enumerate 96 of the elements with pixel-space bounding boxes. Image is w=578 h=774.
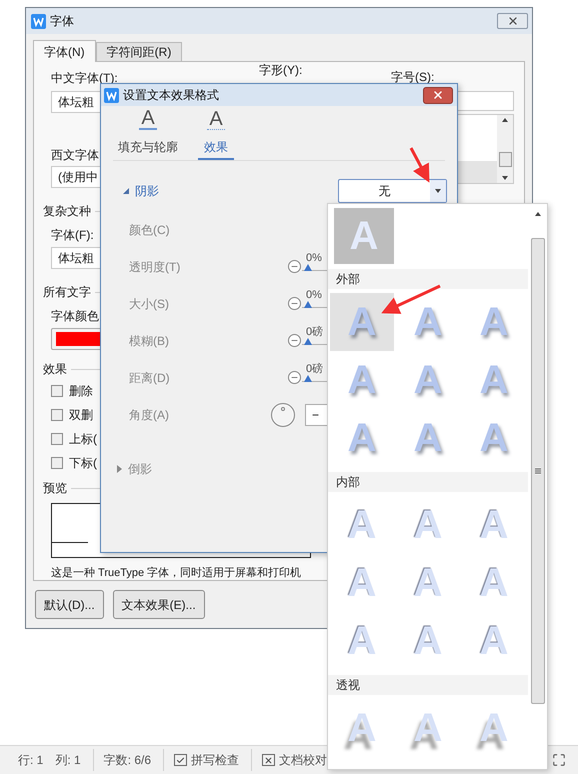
section-heading[interactable]: 阴影 bbox=[135, 182, 338, 200]
shadow-preset[interactable]: A bbox=[396, 351, 460, 409]
grip-icon bbox=[534, 468, 540, 474]
shadow-preset[interactable]: A bbox=[462, 554, 526, 612]
group-heading: 预览 bbox=[43, 480, 67, 498]
expand-triangle-icon[interactable] bbox=[117, 465, 122, 473]
option-label: 透明度(T) bbox=[129, 260, 180, 274]
checkbox-label: 下标( bbox=[69, 455, 97, 472]
minus-button[interactable] bbox=[288, 260, 301, 273]
shadow-preset[interactable]: A bbox=[462, 293, 526, 351]
scrollbar[interactable] bbox=[497, 115, 513, 183]
gallery-heading: 内部 bbox=[328, 472, 528, 492]
status-text: 字数: 6/6 bbox=[104, 752, 152, 769]
slider-reading: 0% bbox=[305, 289, 323, 301]
close-button[interactable] bbox=[423, 86, 453, 104]
checkbox[interactable] bbox=[51, 385, 63, 398]
angle-dial[interactable] bbox=[271, 402, 295, 426]
group-heading: 效果 bbox=[43, 361, 67, 378]
down-arrow-icon bbox=[502, 176, 508, 180]
description-text: 这是一种 TrueType 字体，同时适用于屏幕和打印机 bbox=[51, 566, 302, 580]
preset-dropdown[interactable]: 无 bbox=[338, 179, 447, 203]
shadow-preset[interactable]: A bbox=[396, 496, 460, 554]
window-title: 设置文本效果格式 bbox=[123, 87, 219, 104]
sample-letter: A bbox=[350, 216, 378, 256]
status-button[interactable]: 拼写检查 bbox=[191, 751, 240, 769]
slider-thumb[interactable] bbox=[304, 301, 312, 308]
field-label: 字体(F): bbox=[51, 228, 94, 242]
minus-button[interactable] bbox=[288, 297, 301, 310]
shadow-preset[interactable]: A bbox=[462, 496, 526, 554]
slider-thumb[interactable] bbox=[304, 338, 312, 345]
slider-thumb[interactable] bbox=[304, 375, 312, 382]
tab[interactable]: A 效果 bbox=[198, 109, 234, 160]
shadow-preset[interactable]: A bbox=[330, 699, 394, 757]
shadow-preset[interactable]: A bbox=[330, 496, 394, 554]
up-arrow-icon bbox=[534, 212, 540, 216]
slider-reading: 0% bbox=[305, 252, 323, 264]
slider-reading: 0磅 bbox=[305, 326, 324, 338]
option-label: 颜色(C) bbox=[129, 222, 170, 236]
checkbox[interactable] bbox=[51, 433, 63, 446]
gallery-heading: 透视 bbox=[328, 675, 528, 695]
option-label: 角度(A) bbox=[129, 408, 169, 422]
checkbox-label: 删除 bbox=[69, 383, 93, 400]
check-box-icon bbox=[174, 754, 188, 766]
dialog-button[interactable]: 默认(D)... bbox=[35, 590, 104, 619]
group-heading: 所有文字 bbox=[43, 284, 91, 301]
checkbox-label: 双删 bbox=[69, 407, 93, 424]
shadow-preset[interactable]: A bbox=[462, 409, 526, 467]
shadow-preset[interactable]: A bbox=[462, 612, 526, 670]
minus-button[interactable] bbox=[288, 371, 301, 384]
shadow-preset[interactable]: A bbox=[396, 612, 460, 670]
close-button[interactable] bbox=[497, 13, 528, 29]
window-title: 字体 bbox=[50, 13, 74, 30]
field-label: 字形(Y): bbox=[259, 64, 304, 76]
field-label: 西文字体 bbox=[51, 148, 99, 162]
shadow-preset[interactable]: A bbox=[330, 612, 394, 670]
shadow-preset[interactable]: A bbox=[462, 351, 526, 409]
option-label: 模糊(B) bbox=[129, 334, 169, 348]
minus-button[interactable] bbox=[288, 334, 301, 347]
shadow-preset[interactable]: A bbox=[330, 293, 394, 351]
tab[interactable]: 字符间距(R) bbox=[96, 42, 182, 61]
checkbox-label: 上标( bbox=[69, 431, 97, 448]
shadow-preset[interactable]: A bbox=[462, 699, 526, 757]
status-text: 列: 1 bbox=[55, 752, 81, 769]
shadow-preset[interactable]: A bbox=[396, 293, 460, 351]
checkbox[interactable] bbox=[51, 409, 63, 422]
fullscreen-icon[interactable] bbox=[552, 753, 566, 767]
status-text: 行: 1 bbox=[18, 752, 44, 769]
gallery-heading: 外部 bbox=[328, 269, 528, 289]
none-tile[interactable]: A bbox=[334, 208, 394, 264]
scroll-thumb[interactable] bbox=[530, 238, 544, 704]
option-label: 大小(S) bbox=[129, 296, 169, 310]
dialog-button[interactable]: 文本效果(E)... bbox=[112, 590, 205, 619]
tab[interactable]: 字体(N) bbox=[33, 40, 96, 62]
status-button[interactable]: 文档校对 bbox=[279, 751, 328, 769]
shadow-preset[interactable]: A bbox=[330, 554, 394, 612]
checkbox[interactable] bbox=[51, 457, 63, 470]
up-arrow-icon bbox=[502, 118, 508, 122]
shadow-preset[interactable]: A bbox=[396, 554, 460, 612]
group-heading: 复杂文种 bbox=[43, 203, 91, 220]
app-logo-icon bbox=[104, 88, 119, 102]
shadow-preset[interactable]: A bbox=[396, 699, 460, 757]
section-heading[interactable]: 倒影 bbox=[128, 460, 152, 478]
close-icon bbox=[506, 15, 518, 27]
slider-reading: 0磅 bbox=[305, 363, 324, 375]
annotation-arrow bbox=[410, 147, 430, 183]
x-box-icon bbox=[262, 754, 276, 766]
slider-thumb[interactable] bbox=[304, 264, 312, 271]
option-label: 距离(D) bbox=[129, 370, 170, 384]
field-label: 字体颜色 bbox=[51, 309, 99, 323]
tab[interactable]: A 填充与轮廓 bbox=[118, 108, 178, 160]
scroll-thumb[interactable] bbox=[498, 152, 512, 166]
shadow-preset[interactable]: A bbox=[396, 409, 460, 467]
app-logo-icon bbox=[31, 14, 46, 28]
close-icon bbox=[432, 89, 444, 101]
field-label: 字号(S): bbox=[391, 71, 434, 83]
caret-icon bbox=[435, 189, 441, 193]
